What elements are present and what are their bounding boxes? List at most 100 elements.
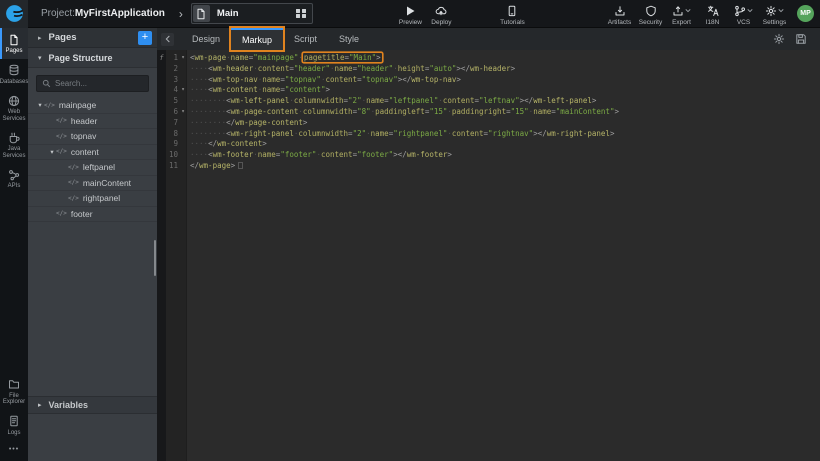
panel-scrollbar[interactable]	[154, 240, 157, 276]
topbar-deploy-button[interactable]: Deploy	[426, 4, 457, 26]
topbar-export-button[interactable]: Export	[666, 4, 697, 26]
variables-title: Variables	[49, 400, 89, 410]
code-line[interactable]: 2····<wm-header·content="header"·name="h…	[157, 64, 820, 75]
gutter-marker: f	[157, 53, 166, 64]
add-page-button[interactable]: +	[138, 31, 152, 45]
tree-item-leftpanel[interactable]: </>leftpanel	[28, 160, 157, 176]
tree-item-content[interactable]: ▾</>content	[28, 145, 157, 161]
action-label: Security	[639, 19, 662, 26]
fold-toggle-icon[interactable]: ▾	[179, 85, 187, 96]
sidebar-item-java-services[interactable]: Java Services	[0, 126, 28, 163]
tree-item-footer[interactable]: </>footer	[28, 207, 157, 223]
line-number: 3	[166, 75, 179, 86]
play-icon	[404, 5, 416, 17]
variables-section-header[interactable]: ▸ Variables	[28, 396, 157, 414]
code-text: ········<wm-right-panel·columnwidth="2"·…	[187, 129, 614, 140]
save-icon[interactable]	[795, 33, 807, 45]
search-icon	[42, 79, 51, 88]
action-label: VCS	[737, 19, 750, 26]
tree-item-label: mainContent	[83, 178, 131, 188]
sidebar-item-apis[interactable]: APIs	[0, 163, 28, 194]
tab-style[interactable]: Style	[328, 28, 370, 50]
code-line[interactable]: f1▾<wm-page·name="mainpage"·pagetitle="M…	[157, 53, 820, 64]
line-number: 6	[166, 107, 179, 118]
code-line[interactable]: 7········</wm-page-content>	[157, 118, 820, 129]
code-line[interactable]: 5········<wm-left-panel·columnwidth="2"·…	[157, 96, 820, 107]
user-avatar[interactable]: MP	[797, 5, 814, 22]
widget-code-icon: </>	[56, 117, 67, 124]
page-tab-main[interactable]: Main	[191, 3, 313, 24]
topbar-security-button[interactable]: Security	[635, 4, 666, 26]
fold-toggle-icon[interactable]: ▾	[179, 107, 187, 118]
pages-panel: ▸ Pages + ▾ Page Structure ▾</>mainpage<…	[28, 28, 157, 461]
caret-down-icon[interactable]: ▾	[36, 101, 44, 109]
fold-toggle-icon[interactable]: ▾	[179, 53, 187, 64]
code-line[interactable]: 11</wm-page>	[157, 161, 820, 172]
topbar-settings-button[interactable]: Settings	[759, 4, 790, 26]
action-label: Tutorials	[500, 19, 525, 26]
gutter-marker-empty	[157, 96, 166, 107]
topbar-tutorials-button[interactable]: Tutorials	[497, 4, 528, 26]
code-text: ········<wm-left-panel·columnwidth="2"·n…	[187, 96, 596, 107]
book-icon	[506, 5, 518, 17]
wavemaker-logo[interactable]	[0, 0, 28, 28]
topbar-i18n-button[interactable]: I18N	[697, 4, 728, 26]
pages-panel-header[interactable]: ▸ Pages +	[28, 28, 157, 48]
project-label: Project:	[41, 8, 75, 19]
tree-item-mainpage[interactable]: ▾</>mainpage	[28, 98, 157, 114]
more-options-button[interactable]: •••	[0, 440, 28, 461]
fold-placeholder	[179, 139, 187, 150]
action-label: Artifacts	[608, 19, 631, 26]
api-icon	[8, 169, 20, 181]
fold-placeholder	[179, 75, 187, 86]
tree-item-header[interactable]: </>header	[28, 114, 157, 130]
translate-icon	[707, 5, 719, 17]
topbar-artifacts-button[interactable]: Artifacts	[604, 4, 635, 26]
line-number: 10	[166, 150, 179, 161]
topbar-vcs-button[interactable]: VCS	[728, 4, 759, 26]
code-line[interactable]: 3 ····<wm-top-nav·name="topnav"·content="…	[157, 75, 820, 86]
caret-down-icon[interactable]: ▾	[48, 148, 56, 156]
sidebar-item-logs[interactable]: Logs	[0, 410, 28, 441]
markup-code-editor[interactable]: f1▾<wm-page·name="mainpage"·pagetitle="M…	[157, 50, 820, 461]
collapse-panel-button[interactable]	[161, 33, 174, 46]
chevron-down-icon	[685, 8, 691, 13]
sidebar-item-file-explorer[interactable]: File Explorer	[0, 373, 28, 410]
code-text: ····<wm-top-nav·name="topnav"·content="t…	[187, 75, 461, 86]
gutter-marker-empty	[157, 129, 166, 140]
editor-tab-bar: DesignMarkupScriptStyle	[157, 28, 820, 50]
code-line[interactable]: 10····<wm-footer·name="footer"·content="…	[157, 150, 820, 161]
tree-item-rightpanel[interactable]: </>rightpanel	[28, 191, 157, 207]
tray-down-icon	[614, 5, 626, 17]
code-line[interactable]: 6▾········<wm-page-content·columnwidth="…	[157, 107, 820, 118]
code-line[interactable]: 8········<wm-right-panel·columnwidth="2"…	[157, 129, 820, 140]
tree-item-label: footer	[71, 209, 93, 219]
caret-right-icon: ▸	[38, 34, 42, 42]
globe-icon	[8, 95, 20, 107]
code-line[interactable]: 9····</wm-content>	[157, 139, 820, 150]
markup-settings-gear-icon[interactable]	[773, 33, 785, 45]
tree-item-mainContent[interactable]: </>mainContent	[28, 176, 157, 192]
rail-item-label: APIs	[8, 183, 21, 190]
sidebar-item-databases[interactable]: Databases	[0, 59, 28, 90]
sidebar-item-pages[interactable]: Pages	[0, 28, 28, 59]
widget-code-icon: </>	[68, 164, 79, 171]
search-input[interactable]	[55, 79, 145, 88]
code-line[interactable]: 4▾····<wm-content·name="content">	[157, 85, 820, 96]
code-text: ········<wm-page-content·columnwidth="8"…	[187, 107, 619, 118]
page-structure-header[interactable]: ▾ Page Structure	[28, 48, 157, 68]
sidebar-item-web-services[interactable]: Web Services	[0, 89, 28, 126]
chevron-down-icon	[778, 8, 784, 13]
action-label: I18N	[706, 19, 720, 26]
topbar-preview-button[interactable]: Preview	[395, 4, 426, 26]
code-text: <wm-page·name="mainpage"·pagetitle="Main…	[187, 53, 382, 64]
widget-code-icon: </>	[68, 195, 79, 202]
widget-code-icon: </>	[44, 102, 55, 109]
gutter-marker-empty	[157, 75, 166, 86]
tab-script[interactable]: Script	[283, 28, 328, 50]
tab-design[interactable]: Design	[181, 28, 231, 50]
apps-grid-icon[interactable]	[296, 9, 306, 19]
tree-item-topnav[interactable]: </>topnav	[28, 129, 157, 145]
pages-panel-title: Pages	[49, 32, 138, 43]
tab-markup[interactable]: Markup	[231, 28, 283, 50]
